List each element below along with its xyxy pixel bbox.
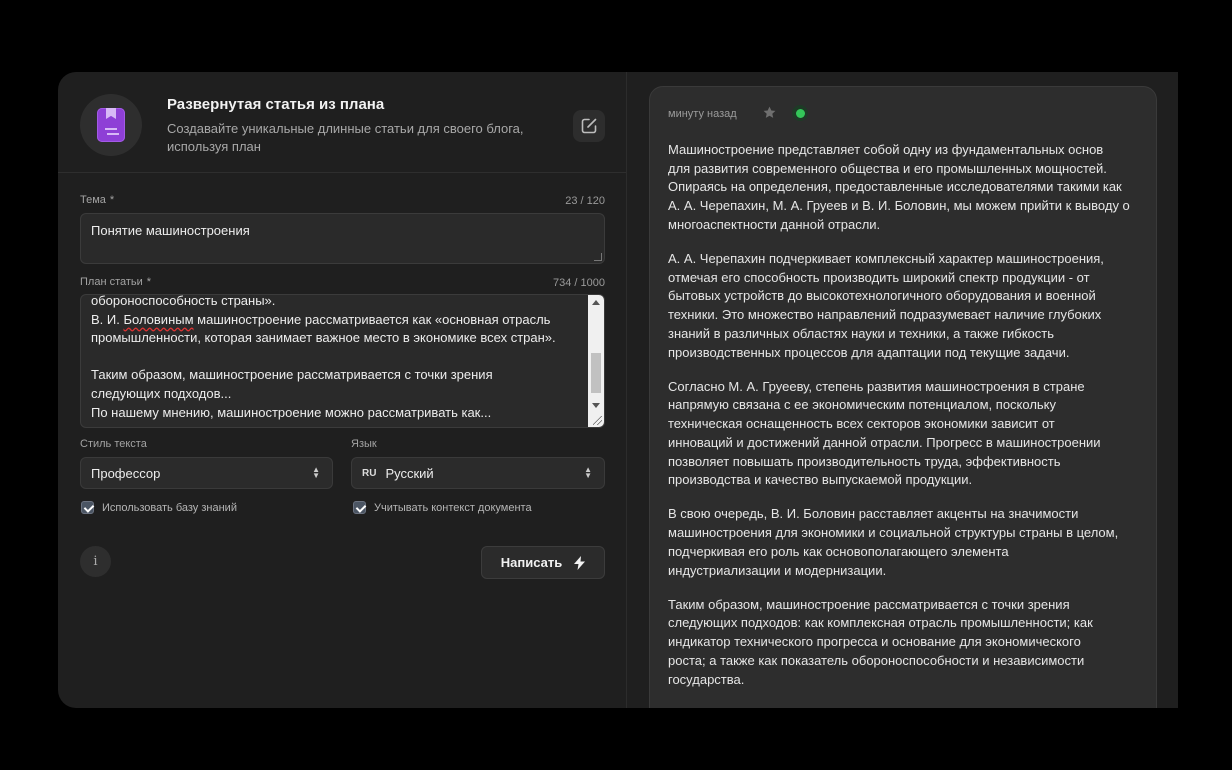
plan-line: промышленности, которая занимает важное … xyxy=(91,330,556,346)
topic-label-text: Тема xyxy=(80,194,106,206)
write-button[interactable]: Написать xyxy=(481,546,605,579)
article-line: следующих подходов: как комплексная отра… xyxy=(668,615,1093,631)
article-line: бытовых устройств до высокотехнологичног… xyxy=(668,288,1096,304)
app-window: Развернутая статья из плана Создавайте у… xyxy=(58,72,1178,708)
style-select[interactable]: Профессор ▲ ▼ xyxy=(80,457,333,489)
article-line: А. А. Черепахин, М. А. Груеев и В. И. Бо… xyxy=(668,198,1130,214)
tool-logo xyxy=(80,94,142,156)
article-line: производства и качество выпускаемой прод… xyxy=(668,472,973,488)
plan-label-text: План статьи xyxy=(80,276,143,288)
language-select-value: Русский xyxy=(385,465,434,481)
article-paragraph: А. А. Черепахин подчеркивает комплексный… xyxy=(668,250,1142,362)
plan-line: следующих подходов... xyxy=(91,385,232,401)
info-button[interactable]: i xyxy=(80,546,111,577)
style-label: Стиль текста xyxy=(80,438,147,450)
scroll-down-arrow-icon[interactable] xyxy=(592,403,600,408)
article-line: техническая оснащенность всех секторов э… xyxy=(668,416,1055,432)
style-select-value: Профессор xyxy=(91,465,161,481)
article-paragraph: В свою очередь, В. И. Боловин расставляе… xyxy=(668,505,1142,580)
tool-subtitle: Создавайте уникальные длинные статьи для… xyxy=(167,121,524,154)
status-ok-icon xyxy=(792,105,808,121)
result-panel: минуту назад Машиностроение представляет… xyxy=(627,72,1178,708)
scroll-up-arrow-icon[interactable] xyxy=(592,300,600,305)
article-line: роста; а также как показатель обороноспо… xyxy=(668,652,1085,668)
write-button-label: Написать xyxy=(500,555,563,570)
tool-title: Развернутая статья из плана xyxy=(167,96,385,113)
article-line: техники. Это множество направлений подра… xyxy=(668,307,1102,323)
resize-grip-icon[interactable] xyxy=(593,416,602,425)
required-mark: * xyxy=(146,276,152,288)
language-code: RU xyxy=(362,467,377,479)
required-mark: * xyxy=(109,194,115,206)
plan-line: В. И. Боловиным машиностроение рассматри… xyxy=(91,311,581,330)
spellcheck-word: Боловиным xyxy=(123,311,194,327)
result-card: минуту назад Машиностроение представляет… xyxy=(649,86,1157,708)
plan-text: обороноспособность страны». В. И. Болови… xyxy=(91,294,581,422)
language-label: Язык xyxy=(351,438,377,450)
plan-textarea[interactable]: обороноспособность страны». В. И. Болови… xyxy=(80,294,605,428)
article-line: инноваций и достижений данной отрасли. П… xyxy=(668,434,1101,450)
article-line: знаний в различных областях науки и техн… xyxy=(668,325,1055,341)
article-line: В свою очередь, В. И. Боловин расставляе… xyxy=(668,506,1079,522)
knowledge-base-label: Использовать базу знаний xyxy=(102,501,237,514)
topic-input[interactable]: Понятие машиностроения xyxy=(80,213,605,264)
article-line: А. А. Черепахин подчеркивает комплексный… xyxy=(668,251,1104,267)
article-paragraph: Машиностроение представляет собой одну и… xyxy=(668,141,1142,235)
article-line: Опираясь на определения, предоставленные… xyxy=(668,179,1122,195)
article-line: Согласно М. А. Груееву, степень развития… xyxy=(668,378,1085,394)
article-paragraph: Согласно М. А. Груееву, степень развития… xyxy=(668,378,1142,490)
plan-scrollbar[interactable] xyxy=(588,295,604,427)
doc-context-checkbox[interactable]: Учитывать контекст документа xyxy=(353,501,532,514)
checkbox-checked-icon[interactable] xyxy=(353,501,366,514)
article-line: индустриализации и модернизации. xyxy=(668,562,887,578)
plan-line: По нашему мнению, машиностроение можно р… xyxy=(91,404,492,420)
topic-counter: 23 / 120 xyxy=(565,195,605,207)
tool-header: Развернутая статья из плана Создавайте у… xyxy=(58,72,626,173)
result-timestamp: минуту назад xyxy=(668,108,737,120)
language-select[interactable]: RU Русский ▲ ▼ xyxy=(351,457,605,489)
edit-external-icon xyxy=(581,118,597,134)
article-line: Машиностроение представляет собой одну и… xyxy=(668,142,1104,157)
open-editor-button[interactable] xyxy=(573,110,605,142)
article-line: государства. xyxy=(668,671,745,687)
plan-label: План статьи * xyxy=(80,276,151,288)
article-paragraph: Таким образом, машиностроение рассматрив… xyxy=(668,596,1142,690)
updown-chevron-icon: ▲ ▼ xyxy=(312,465,320,480)
plan-line: обороноспособность страны». xyxy=(91,294,276,308)
knowledge-base-checkbox[interactable]: Использовать базу знаний xyxy=(81,501,237,514)
scroll-thumb[interactable] xyxy=(591,353,601,393)
bookmark-book-icon xyxy=(97,108,125,142)
article-line: подчеркивая его роль как основополагающе… xyxy=(668,543,1009,559)
topic-label: Тема * xyxy=(80,194,114,206)
article-line: производственных процессов для адаптации… xyxy=(668,344,1070,360)
plan-line xyxy=(91,348,581,367)
article-line: Таким образом, машиностроение рассматрив… xyxy=(668,596,1070,612)
star-icon[interactable] xyxy=(762,105,777,120)
article-line: для развития современного общества и его… xyxy=(668,160,1107,176)
article-line: отмечая его способность производить широ… xyxy=(668,269,1090,285)
article-text: Машиностроение представляет собой одну и… xyxy=(668,141,1142,705)
form-panel: Развернутая статья из плана Создавайте у… xyxy=(58,72,627,708)
plan-line-part: В. И. xyxy=(91,311,124,327)
article-line: индикатор технического прогресса и основ… xyxy=(668,634,1081,650)
plan-line-part: машиностроение рассматривается как «осно… xyxy=(193,311,551,327)
article-line: позволяет повышать производительность тр… xyxy=(668,453,1061,469)
article-line: машиностроения для экономики и социально… xyxy=(668,525,1119,541)
article-line: многоаспектности данной отрасли. xyxy=(668,216,881,232)
plan-counter: 734 / 1000 xyxy=(553,277,605,289)
lightning-icon xyxy=(574,555,586,570)
plan-line: Таким образом, машиностроение рассматрив… xyxy=(91,367,493,383)
checkbox-checked-icon[interactable] xyxy=(81,501,94,514)
updown-chevron-icon: ▲ ▼ xyxy=(584,465,592,480)
doc-context-label: Учитывать контекст документа xyxy=(374,501,532,514)
article-line: напрямую связана с ее экономическим поте… xyxy=(668,397,1057,413)
